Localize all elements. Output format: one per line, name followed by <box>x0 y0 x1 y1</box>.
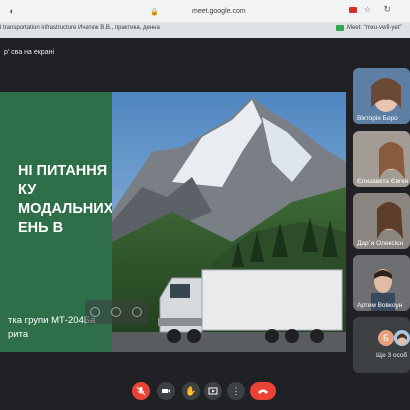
hand-icon: ✋ <box>185 385 197 396</box>
presenter-banner: р' сва на екрані <box>0 40 410 64</box>
tab-course[interactable]: l transportation infrastructure Ичатюк В… <box>0 25 160 31</box>
browser-toolbar: ◐ 🔒 meet.google.com ☆ ↻ <box>0 0 410 22</box>
raise-hand-button[interactable]: ✋ <box>182 382 200 400</box>
slide-footer-line: тка групи МТ-204Ба <box>8 315 96 326</box>
tab-bar: l transportation infrastructure Ичатюк В… <box>0 22 410 38</box>
participant-tile[interactable]: Дар`я Олексієн <box>353 193 410 249</box>
refresh-icon[interactable]: ↻ <box>383 4 391 15</box>
others-count-label: Ще 3 особ <box>376 352 408 359</box>
slide-title-line: НІ ПИТАННЯ <box>18 163 108 179</box>
participant-name: Дар`я Олексієн <box>357 240 404 247</box>
more-vert-icon: ⋮ <box>231 385 241 396</box>
slide-title-line: КУ <box>18 182 37 198</box>
address-bar[interactable]: 🔒 meet.google.com ☆ ↻ <box>150 4 395 19</box>
tab-meet-label: Meet: "mxu-vwfi-yet" <box>347 25 402 31</box>
slide-footer-line: рита <box>8 329 29 340</box>
participant-name: Єлизавета Євген <box>357 178 409 185</box>
mic-off-icon <box>136 386 146 396</box>
camera-icon <box>162 389 170 393</box>
end-call-button[interactable] <box>250 382 276 400</box>
more-options-icon[interactable] <box>131 307 142 317</box>
avatar <box>394 330 410 346</box>
tab-course-label: l transportation infrastructure Ичатюк В… <box>0 25 160 31</box>
star-icon[interactable]: ☆ <box>364 5 371 14</box>
meet-favicon-icon <box>336 25 344 31</box>
participant-name: Вікторія Боро <box>357 115 398 122</box>
present-button[interactable] <box>204 382 222 400</box>
phone-hangup-icon <box>258 389 268 394</box>
present-icon <box>208 387 218 395</box>
slide-title: НІ ПИТАННЯ КУ МОДАЛЬНИХ ЕНЬ В <box>0 162 114 238</box>
microphone-button[interactable] <box>132 382 150 400</box>
mute-icon[interactable] <box>110 307 121 317</box>
slide-title-line: ЕНЬ В <box>18 220 64 236</box>
avatar: Б <box>378 330 394 346</box>
mountain-truck-photo <box>112 92 346 352</box>
presentation-slide: НІ ПИТАННЯ КУ МОДАЛЬНИХ ЕНЬ В тка групи … <box>0 92 346 352</box>
participant-name: Артем Вовкоун <box>357 302 403 309</box>
camera-recording-icon[interactable] <box>349 7 357 13</box>
mic-off-icon[interactable] <box>90 307 101 317</box>
contrast-icon[interactable]: ◐ <box>6 5 18 17</box>
participant-tile[interactable]: Єлизавета Євген <box>353 131 410 187</box>
presenter-label: р' сва на екрані <box>4 48 55 56</box>
presentation-overlay-controls[interactable] <box>85 300 147 324</box>
participant-tile[interactable]: Вікторія Боро <box>353 68 410 124</box>
more-options-button[interactable]: ⋮ <box>227 382 245 400</box>
lock-icon: 🔒 <box>150 8 159 16</box>
participant-tile[interactable]: Артем Вовкоун <box>353 255 410 311</box>
camera-button[interactable] <box>157 382 175 400</box>
tab-meet[interactable]: Meet: "mxu-vwfi-yet" <box>336 25 402 31</box>
slide-footer: тка групи МТ-204Ба рита <box>8 314 95 342</box>
url-text: meet.google.com <box>192 8 246 15</box>
slide-title-line: МОДАЛЬНИХ <box>18 201 114 217</box>
